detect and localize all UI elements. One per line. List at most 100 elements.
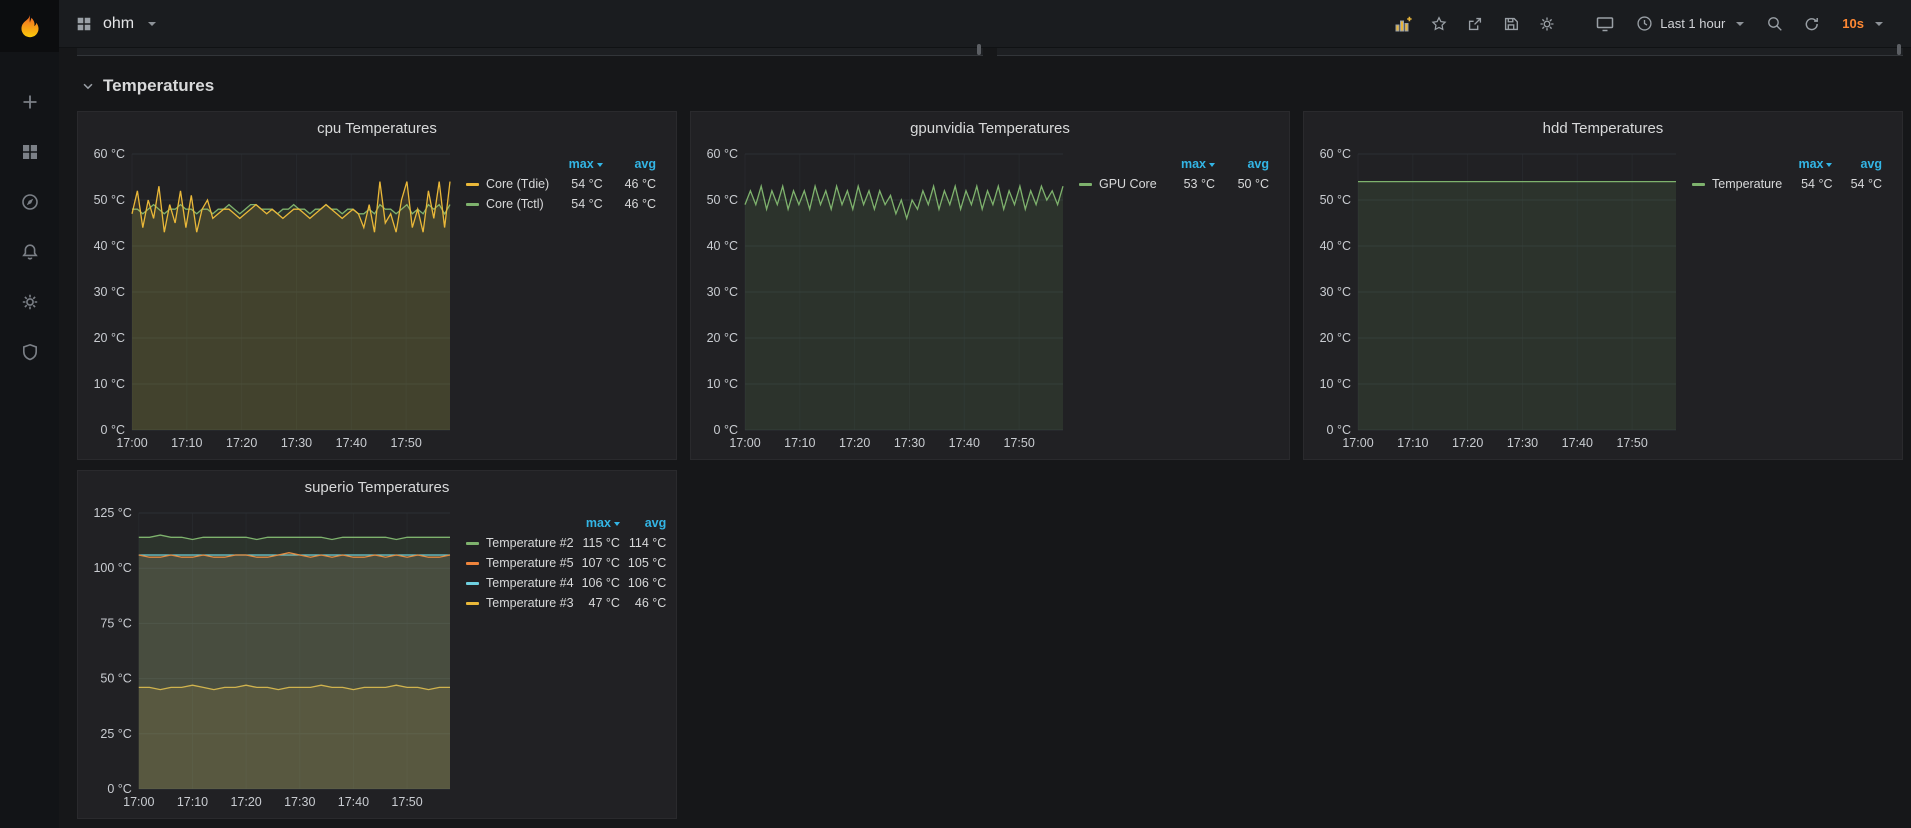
refresh-interval-value: 10s (1842, 16, 1864, 31)
svg-text:17:20: 17:20 (226, 436, 257, 450)
share-dashboard-button[interactable] (1460, 9, 1490, 39)
series-color-swatch (466, 203, 479, 207)
series-name: Temperature #4 (486, 576, 574, 590)
svg-text:17:10: 17:10 (784, 436, 815, 450)
svg-text:17:40: 17:40 (336, 436, 367, 450)
legend-sort-max[interactable]: max (1786, 154, 1836, 174)
time-series-graph[interactable]: 17:00 17:10 17:20 17:30 17:40 17:50 0 °C 25 °C 5… (84, 503, 456, 813)
sort-caret-icon (1209, 162, 1215, 167)
legend-sort-avg[interactable]: avg (1219, 154, 1273, 174)
legend-sort-avg[interactable]: avg (1836, 154, 1886, 174)
legend-sort-max[interactable]: max (1165, 154, 1219, 174)
time-range-picker[interactable]: Last 1 hour (1626, 9, 1754, 39)
series-avg-value: 106 °C (627, 576, 667, 590)
tv-monitor-icon (1597, 16, 1614, 31)
series-max-value: 115 °C (582, 536, 620, 550)
panel-legend: max avg Temperature #2 115 °C 114 °C Tem… (456, 503, 670, 818)
svg-text:40 °C: 40 °C (707, 239, 738, 253)
legend-series-toggle[interactable]: GPU Core (1075, 174, 1165, 194)
svg-text:75 °C: 75 °C (100, 616, 131, 630)
create-add-button[interactable] (18, 90, 42, 114)
zoom-out-time-range-button[interactable] (1760, 9, 1790, 39)
sidebar-item-alerting[interactable] (18, 240, 42, 264)
legend-sort-avg[interactable]: avg (607, 154, 660, 174)
chevron-down-icon (1875, 21, 1883, 26)
series-color-swatch (1692, 183, 1705, 187)
refresh-icon (1805, 17, 1819, 30)
sidebar-item-explore[interactable] (18, 190, 42, 214)
legend-row: Temperature #5 107 °C 105 °C (462, 553, 670, 573)
time-series-graph[interactable]: 17:00 17:10 17:20 17:30 17:40 17:50 0 °C 10 °C 2… (1310, 144, 1682, 454)
panel-superio-temperatures: superio Temperatures 17:00 17:10 17:20 17:3… (77, 470, 677, 819)
svg-text:60 °C: 60 °C (1320, 147, 1351, 161)
svg-text:125 °C: 125 °C (93, 506, 131, 520)
svg-text:17:40: 17:40 (338, 795, 369, 809)
series-name: Temperature #5 (486, 556, 574, 570)
svg-text:40 °C: 40 °C (1320, 239, 1351, 253)
panel-title[interactable]: gpunvidia Temperatures (691, 112, 1289, 144)
row-toggle-temperatures[interactable]: Temperatures (77, 70, 1903, 102)
svg-text:10 °C: 10 °C (707, 377, 738, 391)
legend-series-toggle[interactable]: Temperature #5 (462, 553, 578, 573)
svg-text:17:10: 17:10 (1397, 436, 1428, 450)
series-max-value: 54 °C (571, 197, 603, 211)
magnifier-icon (1768, 16, 1783, 31)
sidebar-item-configuration[interactable] (18, 290, 42, 314)
panel-title[interactable]: superio Temperatures (78, 471, 676, 503)
cycle-view-mode-button[interactable] (1590, 9, 1620, 39)
dashboard-settings-button[interactable] (1532, 9, 1562, 39)
time-series-graph[interactable]: 17:00 17:10 17:20 17:30 17:40 17:50 0 °C 10 °C 2… (84, 144, 456, 454)
series-color-swatch (466, 542, 479, 546)
refresh-interval-picker[interactable]: 10s (1832, 9, 1893, 39)
series-name: Core (Tctl) (486, 197, 544, 211)
sidebar-item-server-admin[interactable] (18, 340, 42, 364)
series-name: GPU Core (1099, 177, 1157, 191)
svg-text:0 °C: 0 °C (101, 423, 125, 437)
svg-text:20 °C: 20 °C (1320, 331, 1351, 345)
sidebar-item-dashboards[interactable] (18, 140, 42, 164)
time-series-graph[interactable]: 17:00 17:10 17:20 17:30 17:40 17:50 0 °C 10 °C 2… (697, 144, 1069, 454)
refresh-dashboard-button[interactable] (1796, 9, 1826, 39)
legend-series-toggle[interactable]: Core (Tctl) (462, 194, 553, 214)
legend-sort-max[interactable]: max (578, 513, 624, 533)
star-dashboard-button[interactable] (1424, 9, 1454, 39)
legend-sort-max[interactable]: max (553, 154, 606, 174)
svg-text:25 °C: 25 °C (100, 727, 131, 741)
grafana-logo[interactable] (0, 0, 59, 52)
sort-caret-icon (596, 162, 603, 167)
series-max-value: 54 °C (1801, 177, 1833, 191)
legend-series-toggle[interactable]: Temperature (1688, 174, 1786, 194)
svg-text:20 °C: 20 °C (94, 331, 125, 345)
scrollbar-thumb[interactable] (977, 44, 981, 55)
scrollbar-thumb[interactable] (1897, 44, 1901, 55)
legend-series-toggle[interactable]: Temperature #3 (462, 593, 578, 613)
share-icon (1469, 17, 1482, 30)
add-panel-icon (1395, 16, 1412, 31)
panel-title[interactable]: hdd Temperatures (1304, 112, 1902, 144)
save-dashboard-button[interactable] (1496, 9, 1526, 39)
dashboard-title: ohm (103, 14, 135, 32)
svg-text:17:20: 17:20 (1452, 436, 1483, 450)
svg-text:17:20: 17:20 (839, 436, 870, 450)
dashboard-canvas: Temperatures cpu Temperatures 17:00 17:10… (59, 44, 1911, 828)
series-max-value: 53 °C (1183, 177, 1215, 191)
dashboard-title-picker[interactable]: ohm (75, 14, 157, 33)
series-color-swatch (466, 582, 479, 586)
legend-series-toggle[interactable]: Temperature #2 (462, 533, 578, 553)
series-avg-value: 54 °C (1850, 177, 1882, 191)
svg-text:30 °C: 30 °C (1320, 285, 1351, 299)
svg-text:17:00: 17:00 (116, 436, 147, 450)
legend-series-toggle[interactable]: Temperature #4 (462, 573, 578, 593)
legend-sort-avg[interactable]: avg (624, 513, 670, 533)
svg-text:0 °C: 0 °C (107, 782, 131, 796)
add-panel-button[interactable] (1388, 9, 1418, 39)
svg-text:17:00: 17:00 (123, 795, 154, 809)
panel-title[interactable]: cpu Temperatures (78, 112, 676, 144)
panel-hdd-temperatures: hdd Temperatures 17:00 17:10 17:20 17:30 17:… (1303, 111, 1903, 460)
svg-text:50 °C: 50 °C (707, 193, 738, 207)
legend-series-toggle[interactable]: Core (Tdie) (462, 174, 553, 194)
chevron-down-icon (83, 83, 93, 90)
time-range-label: Last 1 hour (1660, 16, 1726, 31)
panel-cpu-temperatures: cpu Temperatures 17:00 17:10 17:20 17:30 17:… (77, 111, 677, 460)
svg-text:17:20: 17:20 (230, 795, 261, 809)
